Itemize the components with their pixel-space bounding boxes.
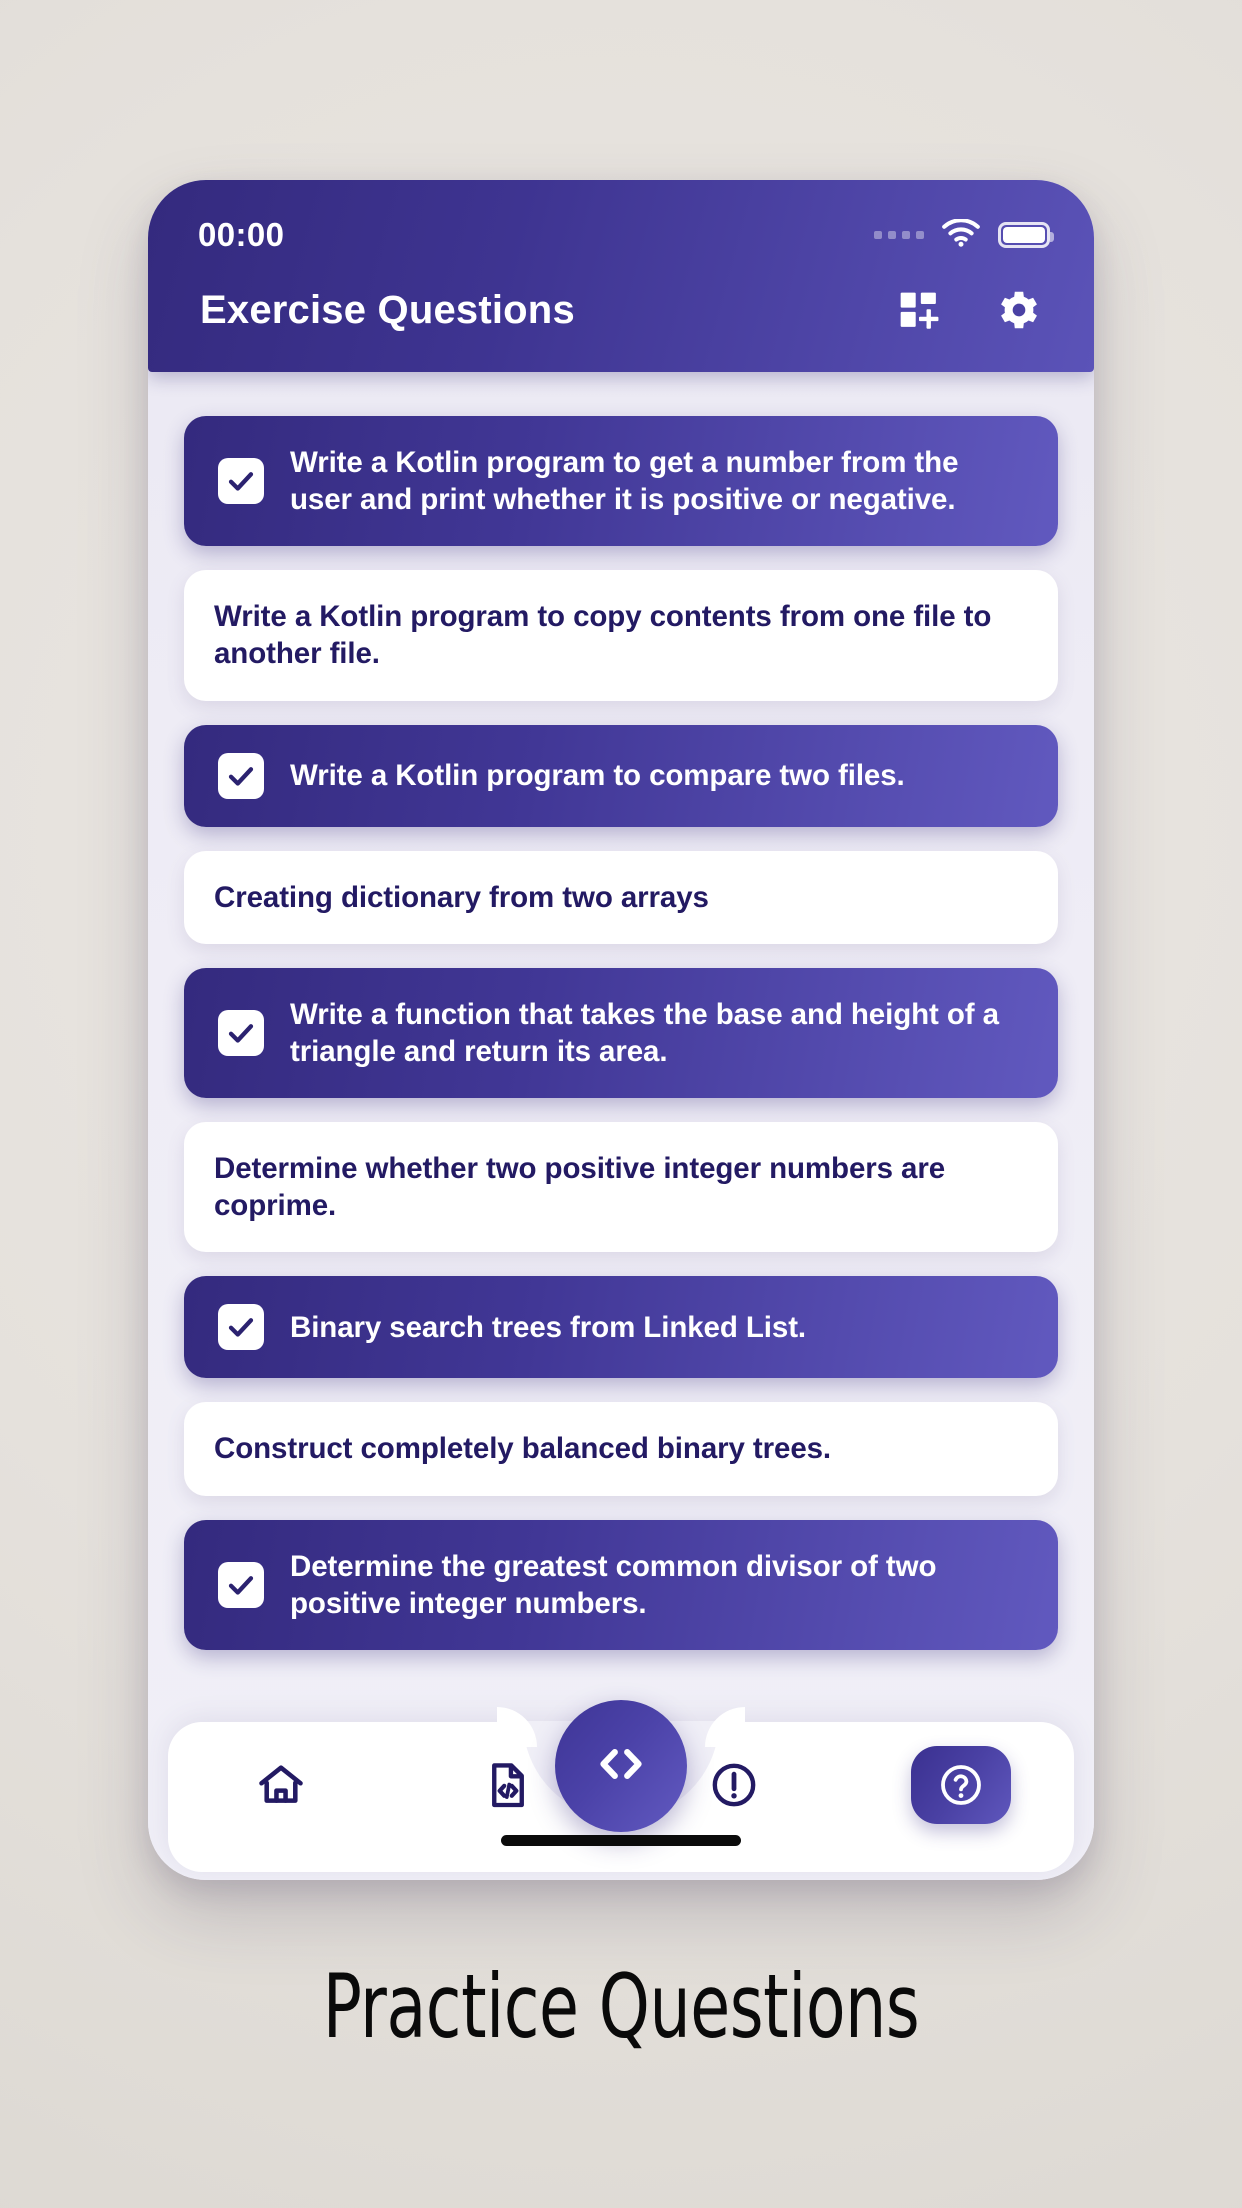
checkbox-checked-icon[interactable] [218,752,264,799]
code-brackets-icon [590,1733,652,1800]
home-icon [231,1746,331,1824]
add-widget-icon[interactable] [892,283,946,337]
question-card[interactable]: Write a function that takes the base and… [184,967,1058,1099]
status-bar-clock: 00:00 [198,216,285,253]
question-text: Binary search trees from Linked List. [290,1310,807,1344]
question-text: Creating dictionary from two arrays [214,880,709,914]
gear-icon[interactable] [992,283,1046,337]
question-card[interactable]: Determine whether two positive integer n… [184,1122,1058,1253]
question-text: Determine the greatest common divisor of… [290,1549,937,1620]
nav-item-home[interactable] [168,1746,395,1824]
question-text: Write a function that takes the base and… [290,997,999,1068]
wifi-icon [942,217,980,252]
checkbox-checked-icon[interactable] [218,1009,264,1056]
app-bar-actions [892,283,1046,337]
question-text: Write a Kotlin program to copy contents … [214,600,992,671]
question-text: Write a Kotlin program to get a number f… [290,446,959,517]
help-circle-icon [910,1746,1011,1824]
battery-icon [998,222,1054,248]
question-list[interactable]: Write a Kotlin program to get a number f… [148,372,1094,1880]
checkbox-checked-icon[interactable] [218,1304,264,1351]
nav-item-questions[interactable] [848,1746,1075,1824]
checkbox-checked-icon[interactable] [218,458,264,505]
bottom-navigation [148,1700,1094,1880]
code-file-icon [458,1746,558,1824]
question-card[interactable]: Construct completely balanced binary tre… [184,1402,1058,1496]
question-card[interactable]: Write a Kotlin program to copy contents … [184,570,1058,701]
question-text: Write a Kotlin program to compare two fi… [290,759,905,793]
app-header: 00:00 Exercise Questions [148,180,1094,372]
phone-mockup: 00:00 Exercise Questions Write a Kotlin … [148,180,1094,1880]
code-fab-button[interactable] [555,1700,687,1832]
question-card[interactable]: Determine the greatest common divisor of… [184,1519,1058,1650]
checkbox-checked-icon[interactable] [218,1561,264,1608]
question-card[interactable]: Write a Kotlin program to get a number f… [184,416,1058,547]
caption-text: Practice Questions [322,1955,920,2058]
question-text: Construct completely balanced binary tre… [214,1432,832,1466]
alert-circle-icon [684,1746,784,1824]
question-text: Determine whether two positive integer n… [214,1152,946,1223]
status-bar: 00:00 [148,180,1094,256]
app-bar: Exercise Questions [148,256,1094,356]
question-card[interactable]: Creating dictionary from two arrays [184,850,1058,944]
question-card[interactable]: Write a Kotlin program to compare two fi… [184,724,1058,827]
home-indicator [501,1835,741,1846]
signal-dots-icon [874,231,924,239]
page-title: Exercise Questions [200,287,575,332]
status-bar-icons [874,217,1054,252]
question-card[interactable]: Binary search trees from Linked List. [184,1276,1058,1379]
